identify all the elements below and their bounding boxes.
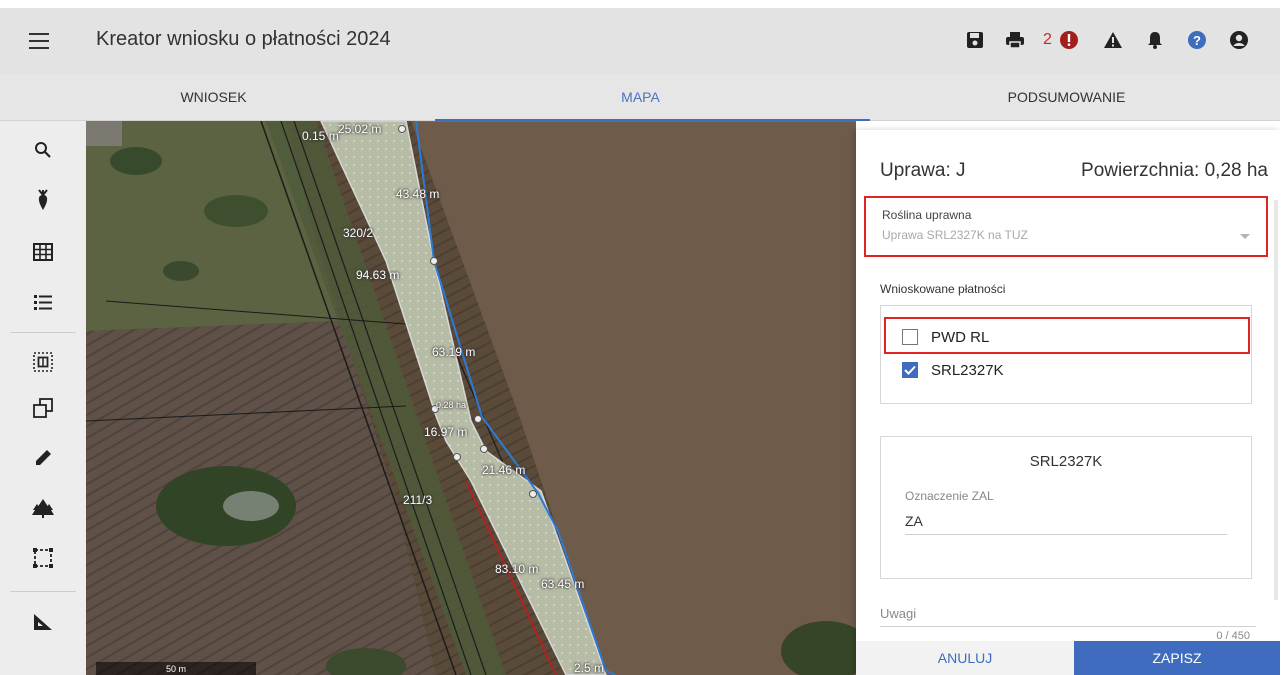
map-label: 43.48 m	[396, 187, 440, 201]
payment-label: SRL2327K	[931, 361, 1004, 379]
payments-label: Wnioskowane płatności	[880, 282, 1006, 296]
highlight-box	[884, 317, 1250, 354]
notes-label: Uwagi	[880, 606, 917, 621]
card-title: SRL2327K	[1029, 453, 1103, 470]
crop-panel: Uprawa: J Powierzchnia: 0,28 ha Roślina …	[856, 130, 1280, 675]
toolbar-divider	[10, 332, 76, 333]
panel-scrollbar[interactable]	[1274, 200, 1278, 600]
svg-text:?: ?	[1193, 33, 1201, 48]
map-label: 25.02 m	[338, 122, 382, 136]
list-icon[interactable]	[30, 289, 56, 315]
area-label: Powierzchnia: 0,28 ha	[1081, 160, 1268, 181]
map-label: 83.10 m	[495, 562, 539, 576]
chevron-down-icon[interactable]	[1240, 234, 1250, 239]
pencil-icon[interactable]	[30, 445, 56, 471]
scale-bar: 50 m	[96, 662, 256, 675]
plant-select[interactable]: Roślina uprawna Uprawa SRL2327K na TUZ	[864, 196, 1268, 257]
warning-icon[interactable]	[1102, 28, 1124, 52]
tab-mapa[interactable]: MAPA	[427, 74, 854, 120]
scale-label: 50 m	[165, 664, 186, 674]
map-label: 94.63 m	[356, 268, 400, 282]
print-icon[interactable]	[1004, 28, 1026, 52]
copy-shape-icon[interactable]	[30, 395, 56, 421]
map-imagery	[86, 121, 856, 675]
tab-bar: WNIOSEK MAPA PODSUMOWANIE	[0, 74, 1280, 121]
notes-field[interactable]	[880, 626, 1256, 627]
plant-select-value: Uprawa SRL2327K na TUZ	[882, 228, 1028, 242]
top-bar: Kreator wniosku o płatności 2024 2 ?	[0, 8, 1280, 74]
alert-count: 2	[1043, 31, 1052, 48]
zal-field[interactable]: ZA	[905, 513, 923, 529]
measure-icon[interactable]	[30, 609, 56, 635]
map-label: 2.5 m	[574, 661, 605, 675]
search-icon[interactable]	[30, 137, 56, 163]
map-label: 21.46 m	[482, 463, 526, 477]
zal-underline	[905, 534, 1227, 535]
select-area-icon[interactable]	[30, 349, 56, 375]
help-icon[interactable]: ?	[1186, 28, 1208, 52]
error-icon[interactable]	[1058, 28, 1080, 52]
area-label: 0.28 ha	[436, 400, 467, 410]
crop-label: Uprawa: J	[880, 160, 966, 181]
zal-label: Oznaczenie ZAL	[905, 489, 994, 503]
map-toolbar	[0, 121, 87, 675]
parcel-number: 320/2	[343, 226, 374, 240]
save-button[interactable]: ZAPISZ	[1074, 641, 1280, 675]
payment-srl2327k[interactable]: SRL2327K	[902, 359, 1004, 381]
bell-icon[interactable]	[1144, 28, 1166, 52]
save-icon[interactable]	[964, 28, 986, 52]
tab-wniosek[interactable]: WNIOSEK	[0, 74, 427, 120]
dashed-rect-icon[interactable]	[30, 545, 56, 571]
map-label: 63.45 m	[541, 577, 585, 591]
crop-icon[interactable]	[30, 187, 56, 213]
user-icon[interactable]	[1228, 28, 1250, 52]
map-view[interactable]: 0.15 m 25.02 m 43.48 m 320/2 94.63 m 63.…	[86, 121, 856, 675]
cancel-button[interactable]: ANULUJ	[856, 641, 1074, 675]
map-label: 0.15 m	[302, 129, 339, 143]
map-label: 63.19 m	[432, 345, 476, 359]
app-window: Kreator wniosku o płatności 2024 2 ? WNI…	[0, 0, 1280, 675]
map-label: 16.97 m	[424, 425, 468, 439]
grid-icon[interactable]	[30, 239, 56, 265]
payment-details-card: SRL2327K Oznaczenie ZAL ZA	[880, 436, 1252, 579]
parcel-number: 211/3	[403, 493, 433, 507]
toolbar-divider	[10, 591, 76, 592]
app-title: Kreator wniosku o płatności 2024	[96, 28, 391, 50]
tab-podsumowanie[interactable]: PODSUMOWANIE	[853, 74, 1280, 120]
check-icon	[904, 365, 916, 375]
checkbox-checked[interactable]	[902, 362, 918, 378]
plant-select-label: Roślina uprawna	[882, 208, 972, 222]
trees-icon[interactable]	[30, 495, 56, 521]
menu-icon[interactable]	[29, 32, 49, 50]
